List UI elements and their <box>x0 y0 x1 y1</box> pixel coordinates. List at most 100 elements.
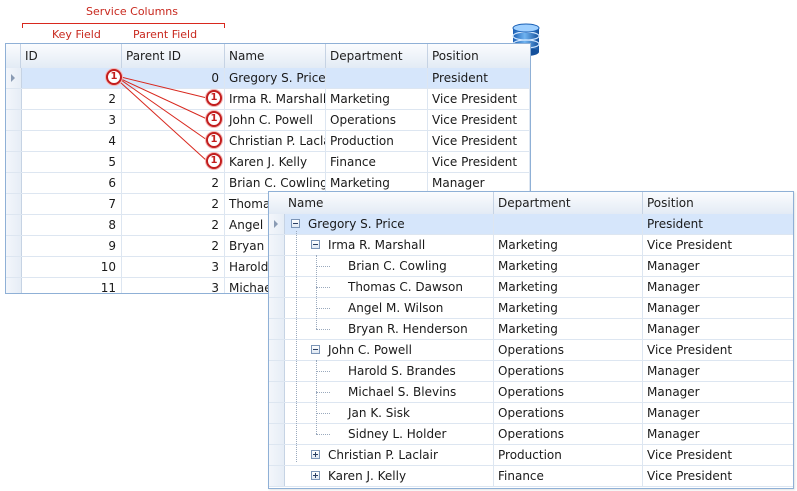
tree-cell-department[interactable]: Operations <box>494 361 643 381</box>
tree-row[interactable]: Gregory S. Price President <box>269 214 793 235</box>
cell-parent-id[interactable]: 2 <box>122 194 225 214</box>
table-row[interactable]: 3 1John C. PowellOperationsVice President <box>6 110 530 131</box>
row-indicator[interactable] <box>6 110 22 130</box>
tree-column-header-position[interactable]: Position <box>643 192 793 214</box>
tree-cell-name[interactable]: Sidney L. Holder <box>344 424 494 444</box>
tree-cell-position[interactable]: Manager <box>643 361 793 381</box>
row-indicator[interactable] <box>6 257 22 277</box>
tree-cell-position[interactable]: Vice President <box>643 445 793 465</box>
cell-id[interactable]: 3 <box>21 110 122 130</box>
cell-position[interactable]: Manager <box>428 173 530 193</box>
cell-parent-id[interactable]: 2 <box>122 215 225 235</box>
column-header-department[interactable]: Department <box>326 44 428 68</box>
row-indicator[interactable] <box>6 173 22 193</box>
cell-name[interactable]: Christian P. Laclair <box>225 131 326 151</box>
tree-row[interactable]: Christian P. Laclair Production Vice Presi… <box>269 445 793 466</box>
cell-position[interactable]: Vice President <box>428 152 530 172</box>
tree-row-indicator[interactable] <box>269 214 285 234</box>
column-header-id[interactable]: ID <box>21 44 122 68</box>
collapse-icon[interactable] <box>311 345 320 354</box>
tree-cell-position[interactable]: Manager <box>643 298 793 318</box>
tree-cell-name[interactable]: Irma R. Marshall <box>324 235 494 255</box>
tree-cell-position[interactable]: Vice President <box>643 466 793 486</box>
tree-cell-name[interactable]: Gregory S. Price <box>304 214 494 234</box>
tree-row-indicator[interactable] <box>269 424 285 444</box>
cell-name[interactable]: Irma R. Marshall <box>225 89 326 109</box>
tree-row[interactable]: Irma R. Marshall Marketing Vice President <box>269 235 793 256</box>
cell-position[interactable]: Vice President <box>428 89 530 109</box>
cell-department[interactable]: Marketing <box>326 173 428 193</box>
cell-parent-id[interactable]: 2 <box>122 173 225 193</box>
tree-row[interactable]: Harold S. Brandes Operations Manager <box>269 361 793 382</box>
cell-position[interactable]: Vice President <box>428 110 530 130</box>
column-header-name[interactable]: Name <box>225 44 326 68</box>
collapse-icon[interactable] <box>291 219 300 228</box>
tree-cell-position[interactable]: President <box>643 214 793 234</box>
tree-cell-name[interactable]: Bryan R. Henderson <box>344 319 494 339</box>
collapse-icon[interactable] <box>311 240 320 249</box>
tree-row[interactable]: Angel M. Wilson Marketing Manager <box>269 298 793 319</box>
tree-row-indicator[interactable] <box>269 466 285 486</box>
cell-id[interactable]: 11 <box>21 278 122 293</box>
tree-cell-department[interactable]: Marketing <box>494 319 643 339</box>
tree-row[interactable]: Sidney L. Holder Operations Manager <box>269 424 793 445</box>
tree-cell-position[interactable]: Manager <box>643 382 793 402</box>
table-row[interactable]: 2 1Irma R. MarshallMarketingVice Presiden… <box>6 89 530 110</box>
row-indicator[interactable] <box>6 236 22 256</box>
tree-row-indicator[interactable] <box>269 382 285 402</box>
row-indicator[interactable] <box>6 194 22 214</box>
tree-row-indicator[interactable] <box>269 403 285 423</box>
cell-name[interactable]: Gregory S. Price <box>225 68 326 88</box>
cell-id[interactable]: 7 <box>21 194 122 214</box>
tree-cell-department[interactable]: Marketing <box>494 277 643 297</box>
tree-row[interactable]: John C. Powell Operations Vice President <box>269 340 793 361</box>
tree-cell-department[interactable]: Operations <box>494 340 643 360</box>
cell-parent-id[interactable]: 2 <box>122 236 225 256</box>
cell-department[interactable]: Operations <box>326 110 428 130</box>
tree-row[interactable]: Jan K. Sisk Operations Manager <box>269 403 793 424</box>
tree-cell-position[interactable]: Manager <box>643 277 793 297</box>
tree-cell-department[interactable]: Production <box>494 445 643 465</box>
tree-list[interactable]: Name Department Position Gregory S. Pric… <box>268 191 794 489</box>
cell-id[interactable]: 5 <box>21 152 122 172</box>
tree-cell-department[interactable]: Marketing <box>494 256 643 276</box>
table-row[interactable]: 10Gregory S. Price President <box>6 68 530 89</box>
tree-cell-name[interactable]: Brian C. Cowling <box>344 256 494 276</box>
column-header-position[interactable]: Position <box>428 44 530 68</box>
tree-row[interactable]: Michael S. Blevins Operations Manager <box>269 382 793 403</box>
tree-cell-position[interactable]: Manager <box>643 403 793 423</box>
tree-cell-name[interactable]: Jan K. Sisk <box>344 403 494 423</box>
cell-id[interactable]: 4 <box>21 131 122 151</box>
tree-row-indicator[interactable] <box>269 256 285 276</box>
table-row[interactable]: 4 1Christian P. LaclairProductionVice Pre… <box>6 131 530 152</box>
tree-cell-name[interactable]: Harold S. Brandes <box>344 361 494 381</box>
tree-cell-name[interactable]: Christian P. Laclair <box>324 445 494 465</box>
cell-name[interactable]: John C. Powell <box>225 110 326 130</box>
tree-row-indicator[interactable] <box>269 340 285 360</box>
cell-name[interactable]: Brian C. Cowling <box>225 173 326 193</box>
cell-name[interactable]: Karen J. Kelly <box>225 152 326 172</box>
tree-row[interactable]: Brian C. Cowling Marketing Manager <box>269 256 793 277</box>
tree-cell-position[interactable]: Manager <box>643 256 793 276</box>
tree-cell-position[interactable]: Manager <box>643 319 793 339</box>
column-header-parent-id[interactable]: Parent ID <box>122 44 225 68</box>
tree-cell-position[interactable]: Vice President <box>643 340 793 360</box>
tree-row-indicator[interactable] <box>269 319 285 339</box>
expand-icon[interactable] <box>311 471 320 480</box>
cell-parent-id[interactable]: 3 <box>122 278 225 293</box>
row-indicator[interactable] <box>6 215 22 235</box>
cell-position[interactable]: Vice President <box>428 131 530 151</box>
row-indicator[interactable] <box>6 152 22 172</box>
tree-cell-name[interactable]: Thomas C. Dawson <box>344 277 494 297</box>
tree-row[interactable]: Thomas C. Dawson Marketing Manager <box>269 277 793 298</box>
tree-row-indicator[interactable] <box>269 235 285 255</box>
expand-icon[interactable] <box>311 450 320 459</box>
tree-cell-department[interactable] <box>494 214 643 234</box>
cell-id[interactable]: 8 <box>21 215 122 235</box>
tree-column-header-department[interactable]: Department <box>494 192 643 214</box>
table-row[interactable]: 5 1Karen J. KellyFinanceVice President <box>6 152 530 173</box>
row-indicator[interactable] <box>6 278 22 293</box>
tree-row[interactable]: Karen J. Kelly Finance Vice President <box>269 466 793 487</box>
tree-cell-name[interactable]: Angel M. Wilson <box>344 298 494 318</box>
tree-cell-name[interactable]: Karen J. Kelly <box>324 466 494 486</box>
